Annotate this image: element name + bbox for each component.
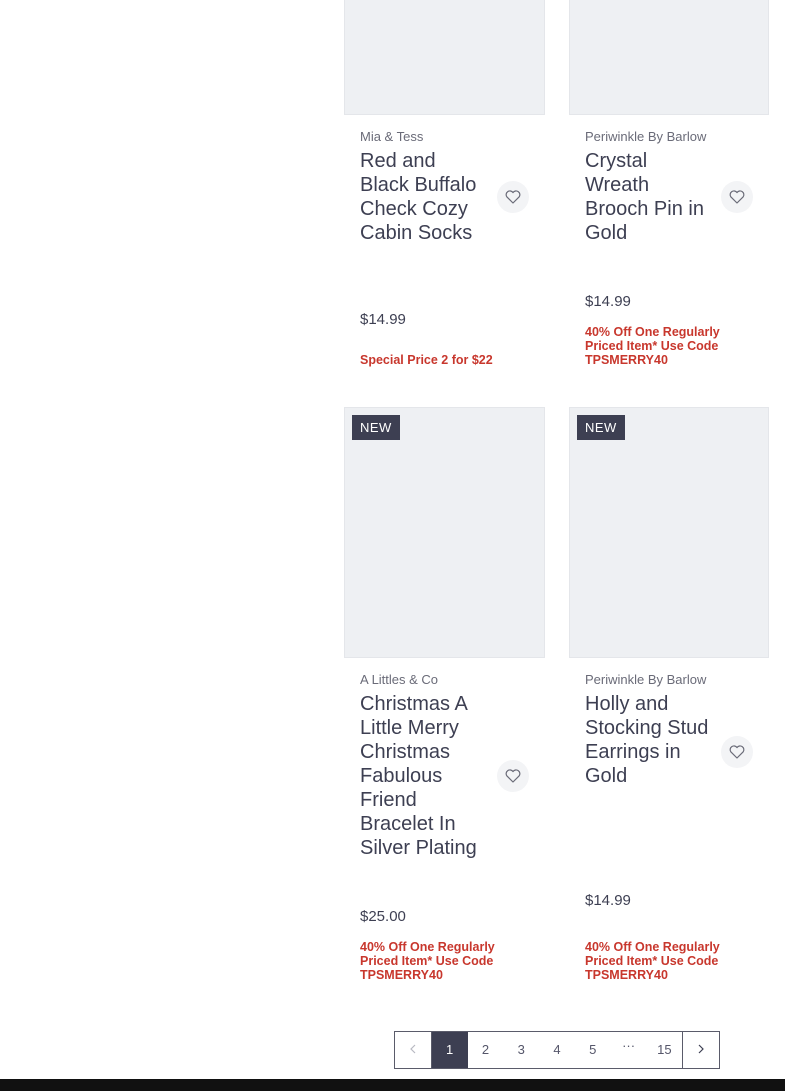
product-image[interactable] [344,407,545,658]
product-image[interactable] [344,0,545,115]
product-promo: Special Price 2 for $22 [360,353,493,367]
heart-outline-icon [505,190,521,204]
wishlist-button[interactable] [497,760,529,792]
heart-outline-icon [729,190,745,204]
product-image[interactable] [569,407,769,658]
product-title[interactable]: Crystal Wreath Brooch Pin in Gold [585,149,710,245]
product-brand: Periwinkle By Barlow [585,672,707,687]
footer-bar [0,1079,785,1091]
product-price: $25.00 [360,908,406,925]
pagination: 1 2 3 4 5 ··· 15 [394,1031,720,1069]
new-badge: NEW [352,415,400,440]
product-title[interactable]: Holly and Stocking Stud Earrings in Gold [585,692,710,788]
product-promo: 40% Off One Regularly Priced Item* Use C… [585,940,720,982]
product-title[interactable]: Christmas A Little Merry Christmas Fabul… [360,692,485,860]
product-brand: A Littles & Co [360,672,439,687]
page-button[interactable]: 3 [503,1032,539,1068]
heart-outline-icon [505,769,521,783]
page-button[interactable]: 15 [646,1032,682,1068]
next-page-button[interactable] [682,1032,719,1068]
product-brand: Periwinkle By Barlow [585,129,707,144]
chevron-left-icon [410,1044,416,1054]
page-button[interactable]: 1 [431,1032,468,1068]
product-title[interactable]: Red and Black Buffalo Check Cozy Cabin S… [360,149,485,245]
product-image[interactable] [569,0,769,115]
product-brand: Mia & Tess [360,129,424,144]
new-badge: NEW [577,415,625,440]
wishlist-button[interactable] [721,181,753,213]
page-button[interactable]: 4 [539,1032,575,1068]
wishlist-button[interactable] [497,181,529,213]
page-button[interactable]: 2 [468,1032,504,1068]
product-price: $14.99 [585,892,631,909]
chevron-right-icon [698,1044,704,1054]
page-button[interactable]: 5 [575,1032,611,1068]
prev-page-button[interactable] [395,1032,432,1068]
page-ellipsis: ··· [622,1038,636,1053]
heart-outline-icon [729,745,745,759]
wishlist-button[interactable] [721,736,753,768]
product-price: $14.99 [585,293,631,310]
product-promo: 40% Off One Regularly Priced Item* Use C… [360,940,495,982]
product-price: $14.99 [360,311,406,328]
product-promo: 40% Off One Regularly Priced Item* Use C… [585,325,720,367]
